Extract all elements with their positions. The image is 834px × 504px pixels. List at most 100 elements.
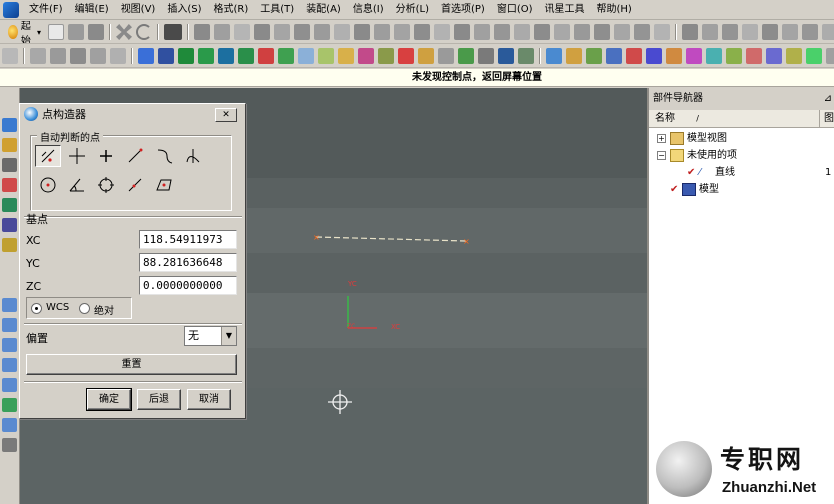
render-style-icon[interactable] [138, 48, 154, 64]
xc-field[interactable]: 118.54911973 [139, 230, 237, 249]
chart-icon[interactable] [478, 48, 494, 64]
offset-select[interactable]: 无 ▼ [184, 326, 237, 346]
feature-slot-icon[interactable] [394, 24, 411, 40]
menu-preferences[interactable]: 首选项(P) [435, 0, 491, 20]
pin-icon[interactable]: ⊿ [824, 88, 832, 110]
menu-analysis[interactable]: 分析(L) [390, 0, 435, 20]
print-icon[interactable] [164, 24, 183, 40]
hidden-line-icon[interactable] [198, 48, 214, 64]
checkmark-icon[interactable]: ✔ [687, 166, 697, 179]
tree-node-line[interactable]: ✔ ⁄ 直线 1 [649, 164, 834, 181]
dialog-titlebar[interactable]: 点构造器 [20, 104, 245, 124]
menu-tools[interactable]: 工具(T) [254, 0, 300, 20]
arc-center-button[interactable] [35, 174, 61, 196]
cut-icon[interactable] [116, 24, 133, 40]
point-on-surface-button[interactable] [151, 174, 177, 196]
point-on-curve-button[interactable] [122, 174, 148, 196]
feature-cone-icon[interactable] [234, 24, 251, 40]
feature-pocket-icon[interactable] [354, 24, 371, 40]
edit-8-icon[interactable] [686, 48, 702, 64]
chevron-down-icon[interactable]: ▼ [221, 327, 236, 345]
shaded-icon[interactable] [158, 48, 174, 64]
select-filter-icon[interactable] [2, 48, 18, 64]
resource-palette-icon[interactable] [2, 178, 17, 192]
resource-cube-6-icon[interactable] [2, 418, 17, 432]
menu-help[interactable]: 帮助(H) [591, 0, 638, 20]
menu-insert[interactable]: 插入(S) [161, 0, 207, 20]
undo-icon[interactable] [136, 24, 153, 40]
resource-part-icon[interactable] [2, 138, 17, 152]
cancel-button[interactable]: 取消 [187, 389, 231, 410]
sketch-icon[interactable] [318, 48, 334, 64]
column-header-extra[interactable]: 图 [820, 110, 834, 127]
menu-info[interactable]: 信息(I) [347, 0, 390, 20]
ok-button[interactable]: 确定 [86, 388, 132, 411]
surface-2-icon[interactable] [702, 24, 719, 40]
back-button[interactable]: 后退 [137, 389, 181, 410]
menu-view[interactable]: 视图(V) [115, 0, 162, 20]
angle-on-arc-button[interactable] [64, 174, 90, 196]
edit-2-icon[interactable] [566, 48, 582, 64]
feature-pad-icon[interactable] [374, 24, 391, 40]
tree-node-unused-items[interactable]: − 未使用的项 [649, 147, 834, 164]
edit-9-icon[interactable] [706, 48, 722, 64]
surface-5-icon[interactable] [762, 24, 779, 40]
edit-11-icon[interactable] [746, 48, 762, 64]
menu-xunxing-tools[interactable]: 讯星工具 [539, 0, 591, 20]
resource-refresh-icon[interactable] [2, 398, 17, 412]
surface-4-icon[interactable] [742, 24, 759, 40]
menu-assembly[interactable]: 装配(A) [300, 0, 347, 20]
wcs-radio[interactable] [31, 303, 42, 314]
menu-edit[interactable]: 编辑(E) [69, 0, 115, 20]
collapse-icon[interactable]: − [657, 151, 666, 160]
export-icon[interactable] [458, 48, 474, 64]
perspective-icon[interactable] [110, 48, 126, 64]
feature-boss-icon[interactable] [334, 24, 351, 40]
feature-split-icon[interactable] [594, 24, 611, 40]
resource-system-icon[interactable] [2, 238, 17, 252]
yc-field[interactable]: 88.281636648 [139, 253, 237, 272]
analysis-icon[interactable] [338, 48, 354, 64]
resource-cube-3-icon[interactable] [2, 338, 17, 352]
start-button[interactable]: 起始 ▾ [3, 21, 46, 43]
window-icon[interactable] [498, 48, 514, 64]
tree-node-model-views[interactable]: + 模型视图 [649, 130, 834, 147]
edit-12-icon[interactable] [766, 48, 782, 64]
fit-view-icon[interactable] [30, 48, 46, 64]
zc-field[interactable]: 0.0000000000 [139, 276, 237, 295]
resource-cube-4-icon[interactable] [2, 358, 17, 372]
edit-4-icon[interactable] [606, 48, 622, 64]
absolute-radio[interactable] [79, 303, 90, 314]
surface-7-icon[interactable] [802, 24, 819, 40]
menu-file[interactable]: 文件(F) [23, 0, 69, 20]
resource-cube-1-icon[interactable] [2, 298, 17, 312]
line-entity[interactable] [315, 236, 467, 242]
cursor-location-button[interactable] [64, 145, 90, 167]
control-point-button[interactable] [151, 145, 177, 167]
resource-roles-icon[interactable] [2, 218, 17, 232]
edit-6-icon[interactable] [646, 48, 662, 64]
feature-pattern-icon[interactable] [534, 24, 551, 40]
existing-point-button[interactable] [93, 145, 119, 167]
surface-6-icon[interactable] [782, 24, 799, 40]
edit-10-icon[interactable] [726, 48, 742, 64]
feature-draft-icon[interactable] [514, 24, 531, 40]
resource-web-icon[interactable] [2, 198, 17, 212]
feature-groove-icon[interactable] [414, 24, 431, 40]
intersection-point-button[interactable] [180, 145, 206, 167]
pan-icon[interactable] [90, 48, 106, 64]
resource-cube-5-icon[interactable] [2, 378, 17, 392]
edit-7-icon[interactable] [666, 48, 682, 64]
reset-button[interactable]: 重置 [26, 354, 237, 375]
section-icon[interactable] [398, 48, 414, 64]
feature-sew-icon[interactable] [654, 24, 671, 40]
checkmark-icon[interactable]: ✔ [670, 183, 680, 196]
feature-thread-icon[interactable] [434, 24, 451, 40]
feature-trim-icon[interactable] [574, 24, 591, 40]
clipboard-icon[interactable] [518, 48, 534, 64]
view-layout-icon[interactable] [238, 48, 254, 64]
resource-assembly-icon[interactable] [2, 118, 17, 132]
expand-icon[interactable]: + [657, 134, 666, 143]
feature-chamfer-icon[interactable] [474, 24, 491, 40]
quadrant-point-button[interactable] [93, 174, 119, 196]
